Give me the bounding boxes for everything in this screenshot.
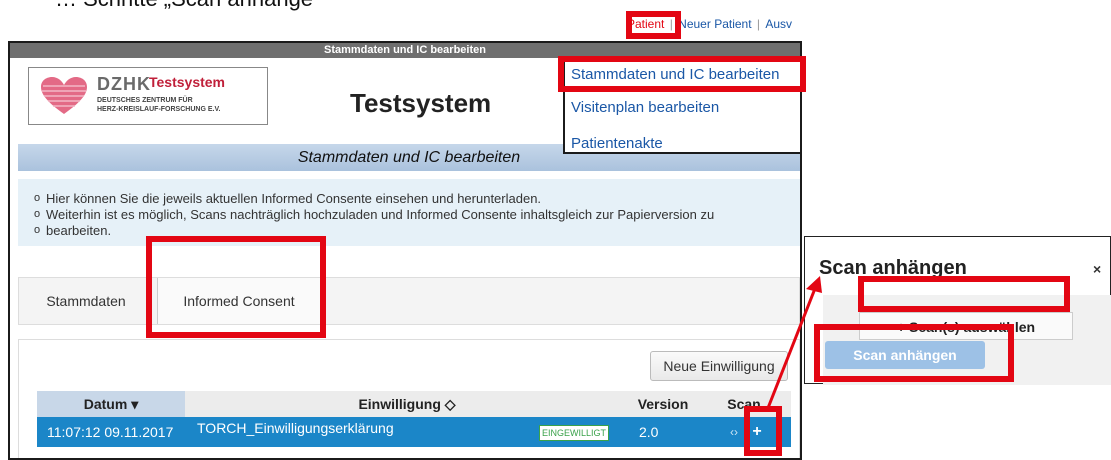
- nav-separator: |: [756, 17, 761, 31]
- cell-einwilligung: TORCH_Einwilligungserklärung: [197, 420, 394, 436]
- highlight-menu-item: [558, 56, 806, 92]
- menu-item-patientenakte[interactable]: Patientenakte: [571, 135, 663, 152]
- nav-truncated-link[interactable]: Ausv: [764, 17, 793, 31]
- view-scan-icon[interactable]: ‹›: [726, 424, 742, 440]
- table-row[interactable]: 11:07:12 09.11.2017 TORCH_Einwilligungse…: [37, 417, 791, 447]
- logo-tag: Testsystem: [149, 74, 226, 90]
- column-header-version: Version: [637, 396, 689, 412]
- highlight-attach-button: [814, 324, 1014, 382]
- consent-table-panel: Neue Einwilligung Datum ▾ Einwilligung ◇…: [18, 339, 800, 458]
- info-bullet: Hier können Sie die jeweils aktuellen In…: [34, 190, 800, 207]
- table-header: Datum ▾ Einwilligung ◇ Version Scan: [37, 391, 791, 418]
- new-consent-button[interactable]: Neue Einwilligung: [650, 351, 788, 381]
- logo-subtitle-line2: HERZ-KREISLAUF-FORSCHUNG E.V.: [97, 106, 221, 113]
- logo-brand: DZHK: [97, 74, 151, 94]
- nav-new-patient-link[interactable]: Neuer Patient: [677, 17, 752, 31]
- highlight-add-scan: [744, 406, 782, 456]
- app-title: Testsystem: [350, 88, 492, 118]
- tab-bar: Stammdaten Informed Consent: [18, 277, 800, 325]
- menu-item-visitenplan[interactable]: Visitenplan bearbeiten: [571, 99, 719, 116]
- status-badge: EINGEWILLIGT: [539, 425, 610, 441]
- highlight-select-scans: [858, 276, 1070, 312]
- cell-datum: 11:07:12 09.11.2017: [47, 424, 174, 440]
- highlight-informed-consent-tab: [146, 236, 326, 338]
- heart-logo-icon: [41, 77, 87, 114]
- column-header-datum[interactable]: Datum ▾: [37, 391, 185, 417]
- tab-stammdaten[interactable]: Stammdaten: [31, 278, 141, 324]
- info-box: Hier können Sie die jeweils aktuellen In…: [18, 179, 800, 246]
- cell-version: 2.0: [639, 424, 659, 440]
- close-icon[interactable]: ×: [1093, 261, 1101, 277]
- info-bullet: Weiterhin ist es möglich, Scans nachträg…: [34, 206, 800, 223]
- logo-subtitle-line1: DEUTSCHES ZENTRUM FÜR: [97, 97, 193, 104]
- highlight-patient-nav: [626, 11, 681, 39]
- page-caption: … Schritte „Scan anhänge: [55, 0, 313, 12]
- dzhk-logo: DZHK Testsystem DEUTSCHES ZENTRUM FÜR HE…: [28, 67, 268, 125]
